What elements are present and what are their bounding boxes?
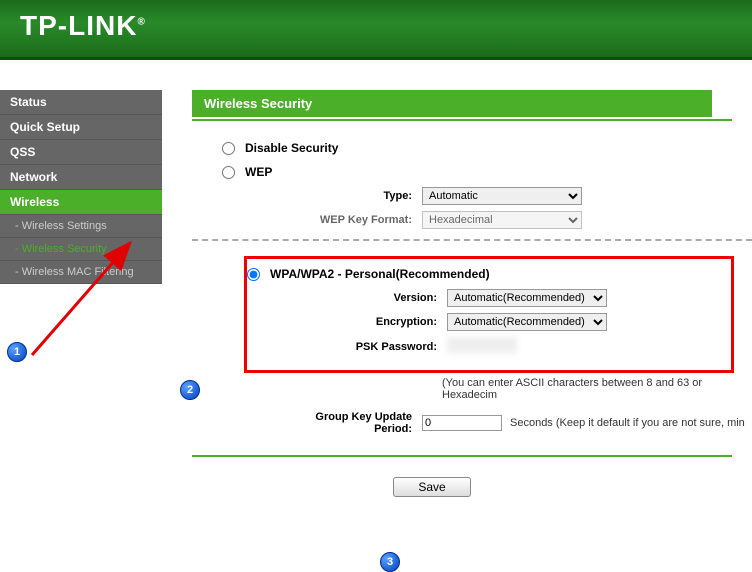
select-wpa-encryption[interactable]: Automatic(Recommended) bbox=[447, 313, 607, 331]
highlight-wpa-box: WPA/WPA2 - Personal(Recommended) Version… bbox=[244, 256, 734, 373]
label-disable-security: Disable Security bbox=[245, 141, 338, 155]
sidebar-subitem-wireless-mac-filtering[interactable]: - Wireless MAC Filtering bbox=[0, 261, 162, 284]
label-wep-keyformat: WEP Key Format: bbox=[282, 214, 422, 226]
sidebar: Status Quick Setup QSS Network Wireless … bbox=[0, 60, 162, 497]
psk-hint: (You can enter ASCII characters between … bbox=[222, 377, 752, 401]
label-wpa-version: Version: bbox=[307, 292, 447, 304]
annotation-badge-2: 2 bbox=[180, 380, 200, 400]
radio-disable-security[interactable] bbox=[222, 142, 235, 155]
page-title: Wireless Security bbox=[192, 90, 712, 117]
sidebar-item-quick-setup[interactable]: Quick Setup bbox=[0, 115, 162, 140]
label-wep-type: Type: bbox=[282, 190, 422, 202]
save-button[interactable]: Save bbox=[393, 477, 470, 497]
annotation-badge-3: 3 bbox=[380, 552, 400, 572]
group-key-note: Seconds (Keep it default if you are not … bbox=[510, 417, 745, 429]
section-divider bbox=[192, 239, 752, 241]
label-psk-password: PSK Password: bbox=[307, 341, 447, 353]
label-wpa-personal: WPA/WPA2 - Personal(Recommended) bbox=[270, 267, 490, 281]
input-group-key-period[interactable] bbox=[422, 415, 502, 431]
sidebar-item-qss[interactable]: QSS bbox=[0, 140, 162, 165]
sidebar-item-wireless[interactable]: Wireless bbox=[0, 190, 162, 215]
radio-wpa-personal[interactable] bbox=[247, 268, 260, 281]
select-wep-type[interactable]: Automatic bbox=[422, 187, 582, 205]
sidebar-subitem-wireless-security[interactable]: - Wireless Security bbox=[0, 238, 162, 261]
divider bbox=[192, 119, 732, 121]
divider-bottom bbox=[192, 455, 732, 457]
content-area: Wireless Security Disable Security WEP T… bbox=[162, 60, 752, 497]
brand-logo: TP-LINK® bbox=[20, 10, 732, 42]
label-wep: WEP bbox=[245, 165, 272, 179]
header: TP-LINK® bbox=[0, 0, 752, 60]
label-wpa-encryption: Encryption: bbox=[307, 316, 447, 328]
input-psk-password[interactable] bbox=[447, 337, 517, 353]
annotation-badge-1: 1 bbox=[7, 342, 27, 362]
select-wpa-version[interactable]: Automatic(Recommended) bbox=[447, 289, 607, 307]
sidebar-item-network[interactable]: Network bbox=[0, 165, 162, 190]
sidebar-item-status[interactable]: Status bbox=[0, 90, 162, 115]
select-wep-keyformat[interactable]: Hexadecimal bbox=[422, 211, 582, 229]
radio-wep[interactable] bbox=[222, 166, 235, 179]
label-group-key-period: Group Key Update Period: bbox=[282, 411, 422, 435]
sidebar-subitem-wireless-settings[interactable]: - Wireless Settings bbox=[0, 215, 162, 238]
